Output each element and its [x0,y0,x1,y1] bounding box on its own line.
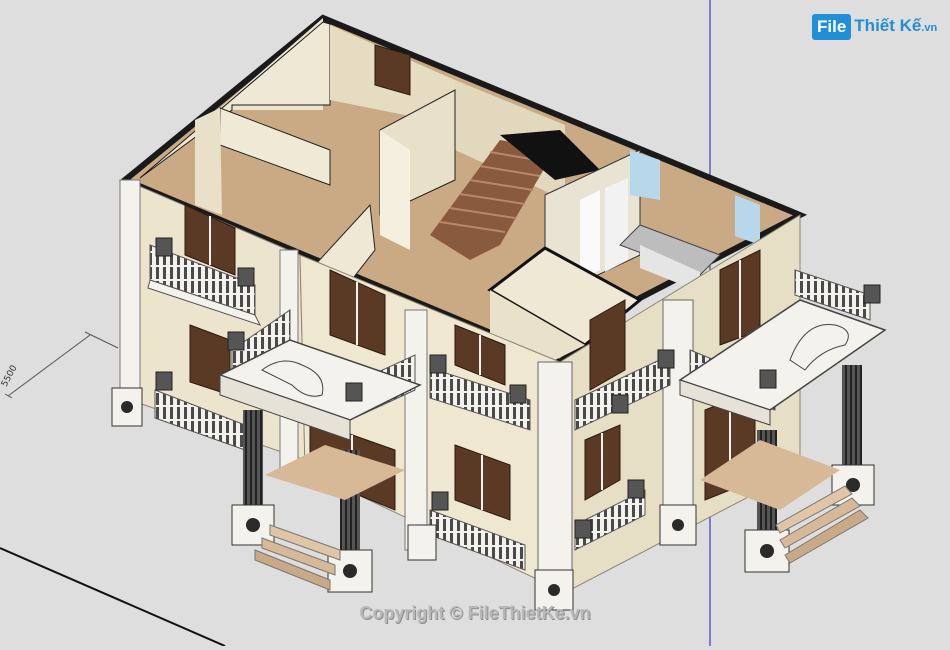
copyright-watermark: Copyright © FileThietKe.vn [359,603,591,623]
column [243,410,263,510]
site-logo: File Thiết Kế.vn [812,12,937,42]
logo-text: Thiết Kế.vn [854,16,938,35]
house-3d-model-icon [0,0,887,647]
ground-edge-line [0,547,226,647]
logo-box-text: File [812,14,852,40]
sketchup-viewport[interactable] [0,0,950,647]
dimension-line [7,334,91,397]
